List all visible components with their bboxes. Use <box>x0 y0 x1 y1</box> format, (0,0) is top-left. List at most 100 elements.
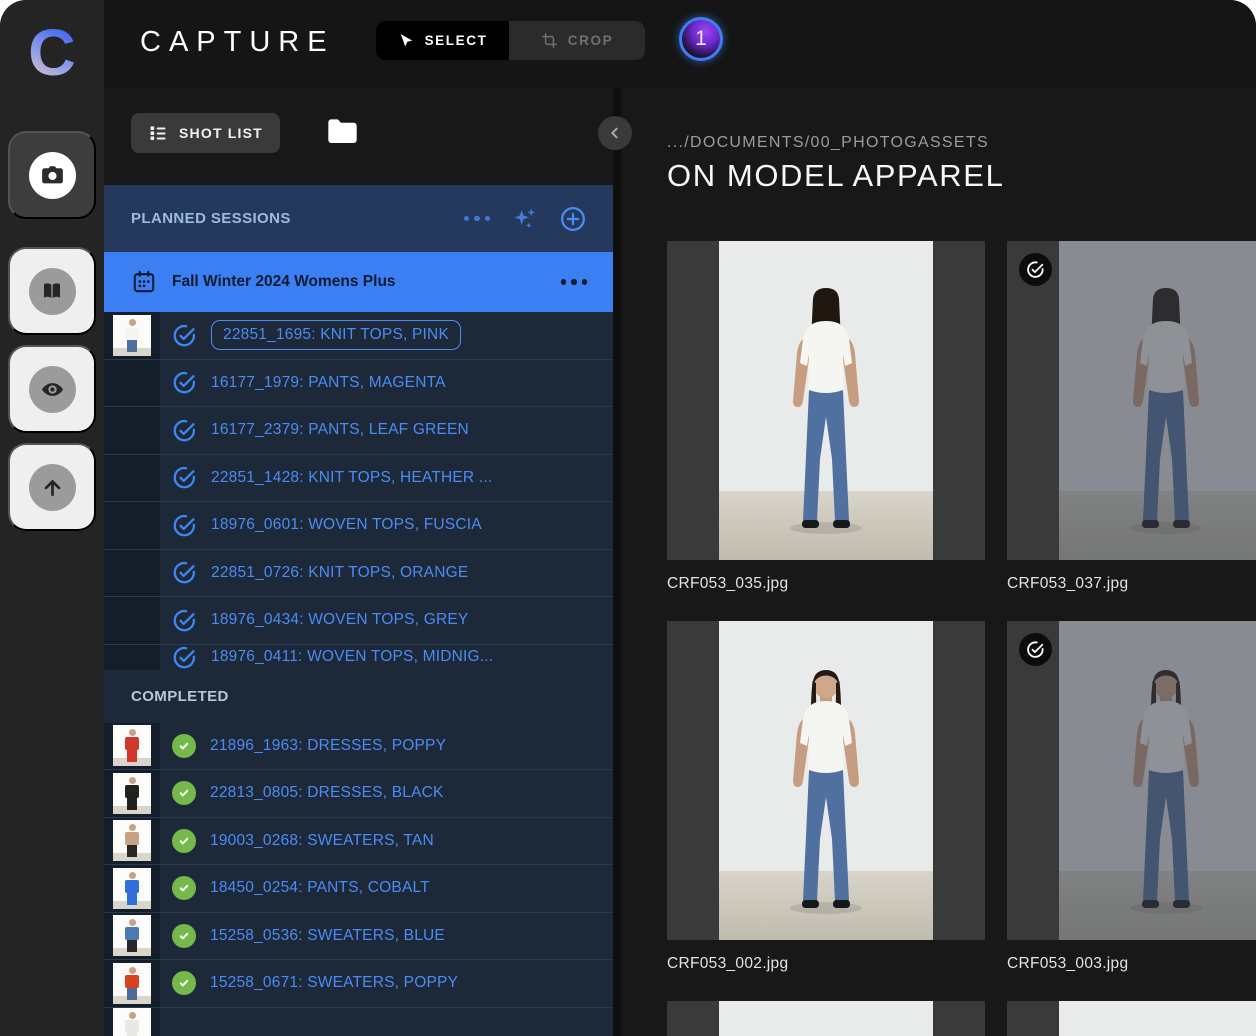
book-icon <box>29 268 76 315</box>
shot-thumb-column <box>104 407 160 454</box>
cursor-icon <box>398 32 415 49</box>
app-window: C <box>0 0 1256 1036</box>
shot-list-item[interactable]: 18976_0411: WOVEN TOPS, MIDNIG... <box>104 645 613 670</box>
planned-check-icon <box>172 513 197 538</box>
rail-item-review[interactable] <box>8 345 96 433</box>
shot-list-item[interactable]: 18976_0434: WOVEN TOPS, GREY <box>104 597 613 645</box>
eye-icon <box>29 366 76 413</box>
shot-thumbnail <box>113 868 151 909</box>
shot-item-label: 22851_1428: KNIT TOPS, HEATHER ... <box>211 469 492 487</box>
shot-thumbnail <box>113 820 151 861</box>
planned-sessions-header: PLANNED SESSIONS <box>104 185 613 252</box>
shot-item-label: 22851_1695: KNIT TOPS, PINK <box>211 320 461 350</box>
shot-list-item[interactable] <box>104 1008 613 1036</box>
shot-thumb-column <box>104 645 160 670</box>
rail-item-upload[interactable] <box>8 443 96 531</box>
photo-card[interactable] <box>667 621 985 940</box>
crop-icon <box>541 32 558 49</box>
shot-thumb-column <box>104 960 160 1007</box>
ai-suggest-button[interactable] <box>511 205 538 232</box>
shot-list-item[interactable]: 18450_0254: PANTS, COBALT <box>104 865 613 913</box>
planned-check-icon <box>172 560 197 585</box>
completed-check-icon <box>172 876 196 900</box>
ellipsis-icon <box>561 279 588 285</box>
shot-list-panel: SHOT LIST PLANNED SESSIONS <box>104 88 613 1036</box>
add-session-button[interactable] <box>559 205 587 233</box>
select-tool-button[interactable]: SELECT <box>376 21 509 60</box>
photo-card[interactable] <box>1007 621 1256 940</box>
session-row[interactable]: Fall Winter 2024 Womens Plus <box>104 252 613 312</box>
shot-list-item[interactable]: 18976_0601: WOVEN TOPS, FUSCIA <box>104 502 613 550</box>
photo-filename: CRF053_003.jpg <box>1007 955 1256 973</box>
photo-grid: CRF053_035.jpg <box>667 241 1256 1036</box>
shot-item-label: 19003_0268: SWEATERS, TAN <box>210 832 434 850</box>
completed-check-icon <box>172 781 196 805</box>
shot-list-item[interactable]: 16177_2379: PANTS, LEAF GREEN <box>104 407 613 455</box>
shot-list-item[interactable]: 15258_0671: SWEATERS, POPPY <box>104 960 613 1008</box>
shot-thumbnail <box>113 773 151 814</box>
shot-item-label: 18976_0601: WOVEN TOPS, FUSCIA <box>211 516 482 534</box>
dim-overlay <box>1059 621 1256 940</box>
photo <box>1059 621 1256 940</box>
photo <box>1059 241 1256 560</box>
shot-list-item[interactable]: 22813_0805: DRESSES, BLACK <box>104 770 613 818</box>
capture-logo: C <box>0 8 104 96</box>
sparkles-icon <box>511 205 538 232</box>
shot-thumb-column <box>104 312 160 359</box>
planned-more-button[interactable] <box>464 216 491 222</box>
page-title: ON MODEL APPAREL <box>667 158 1004 194</box>
completed-check-icon <box>172 829 196 853</box>
shot-list-item[interactable]: 22851_1695: KNIT TOPS, PINK <box>104 312 613 360</box>
shot-list-item[interactable]: 16177_1979: PANTS, MAGENTA <box>104 360 613 408</box>
shot-thumb-column <box>104 360 160 407</box>
shot-list-button[interactable]: SHOT LIST <box>131 113 280 153</box>
capture-one-badge[interactable]: 1 <box>679 17 723 61</box>
planned-check-icon <box>172 370 197 395</box>
shot-thumbnail <box>113 315 151 356</box>
planned-sessions-title: PLANNED SESSIONS <box>131 210 443 227</box>
shot-list-item[interactable]: 22851_1428: KNIT TOPS, HEATHER ... <box>104 455 613 503</box>
photo-card[interactable] <box>667 241 985 560</box>
shot-thumb-column <box>104 723 160 770</box>
shot-list-item[interactable]: 15258_0536: SWEATERS, BLUE <box>104 913 613 961</box>
shot-list-item[interactable]: 19003_0268: SWEATERS, TAN <box>104 818 613 866</box>
sessions-list: PLANNED SESSIONS <box>104 185 613 1036</box>
photo-cell <box>667 1001 985 1036</box>
photo-card[interactable] <box>1007 241 1256 560</box>
photo <box>719 621 933 940</box>
photo-filename: CRF053_035.jpg <box>667 575 985 593</box>
collapse-panel-button[interactable] <box>598 116 632 150</box>
session-more-button[interactable] <box>561 279 588 285</box>
chevron-left-icon <box>607 125 623 141</box>
photo-filename: CRF053_037.jpg <box>1007 575 1256 593</box>
shot-thumb-column <box>104 1008 160 1036</box>
shot-thumb-column <box>104 770 160 817</box>
photo-card[interactable] <box>1007 1001 1256 1036</box>
photo-cell: CRF053_035.jpg <box>667 241 985 593</box>
planned-check-icon <box>172 608 197 633</box>
crop-tool-button[interactable]: CROP <box>509 21 645 60</box>
shot-thumb-column <box>104 818 160 865</box>
shot-item-label: 18976_0411: WOVEN TOPS, MIDNIG... <box>211 648 493 666</box>
folder-button[interactable] <box>326 118 359 148</box>
rail-item-lookbook[interactable] <box>8 247 96 335</box>
photo-card[interactable] <box>667 1001 985 1036</box>
app-title: CAPTURE <box>140 26 335 59</box>
shot-item-label: 22813_0805: DRESSES, BLACK <box>210 784 444 802</box>
shot-thumbnail <box>113 963 151 1004</box>
photo <box>1059 1001 1256 1036</box>
camera-icon <box>29 152 76 199</box>
shot-list-item[interactable]: 21896_1963: DRESSES, POPPY <box>104 723 613 771</box>
shot-thumbnail <box>113 915 151 956</box>
planned-check-icon <box>172 323 197 348</box>
completed-check-icon <box>172 924 196 948</box>
photo <box>719 241 933 560</box>
top-bar: CAPTURE SELECT CROP 1 <box>104 0 1256 88</box>
shot-thumb-column <box>104 502 160 549</box>
shot-thumb-column <box>104 913 160 960</box>
shot-thumb-column <box>104 865 160 912</box>
shot-list-item[interactable]: 22851_0726: KNIT TOPS, ORANGE <box>104 550 613 598</box>
breadcrumb: .../DOCUMENTS/00_PHOTOGASSETS <box>667 134 989 152</box>
rail-item-capture[interactable] <box>8 131 96 219</box>
photo-filename: CRF053_002.jpg <box>667 955 985 973</box>
